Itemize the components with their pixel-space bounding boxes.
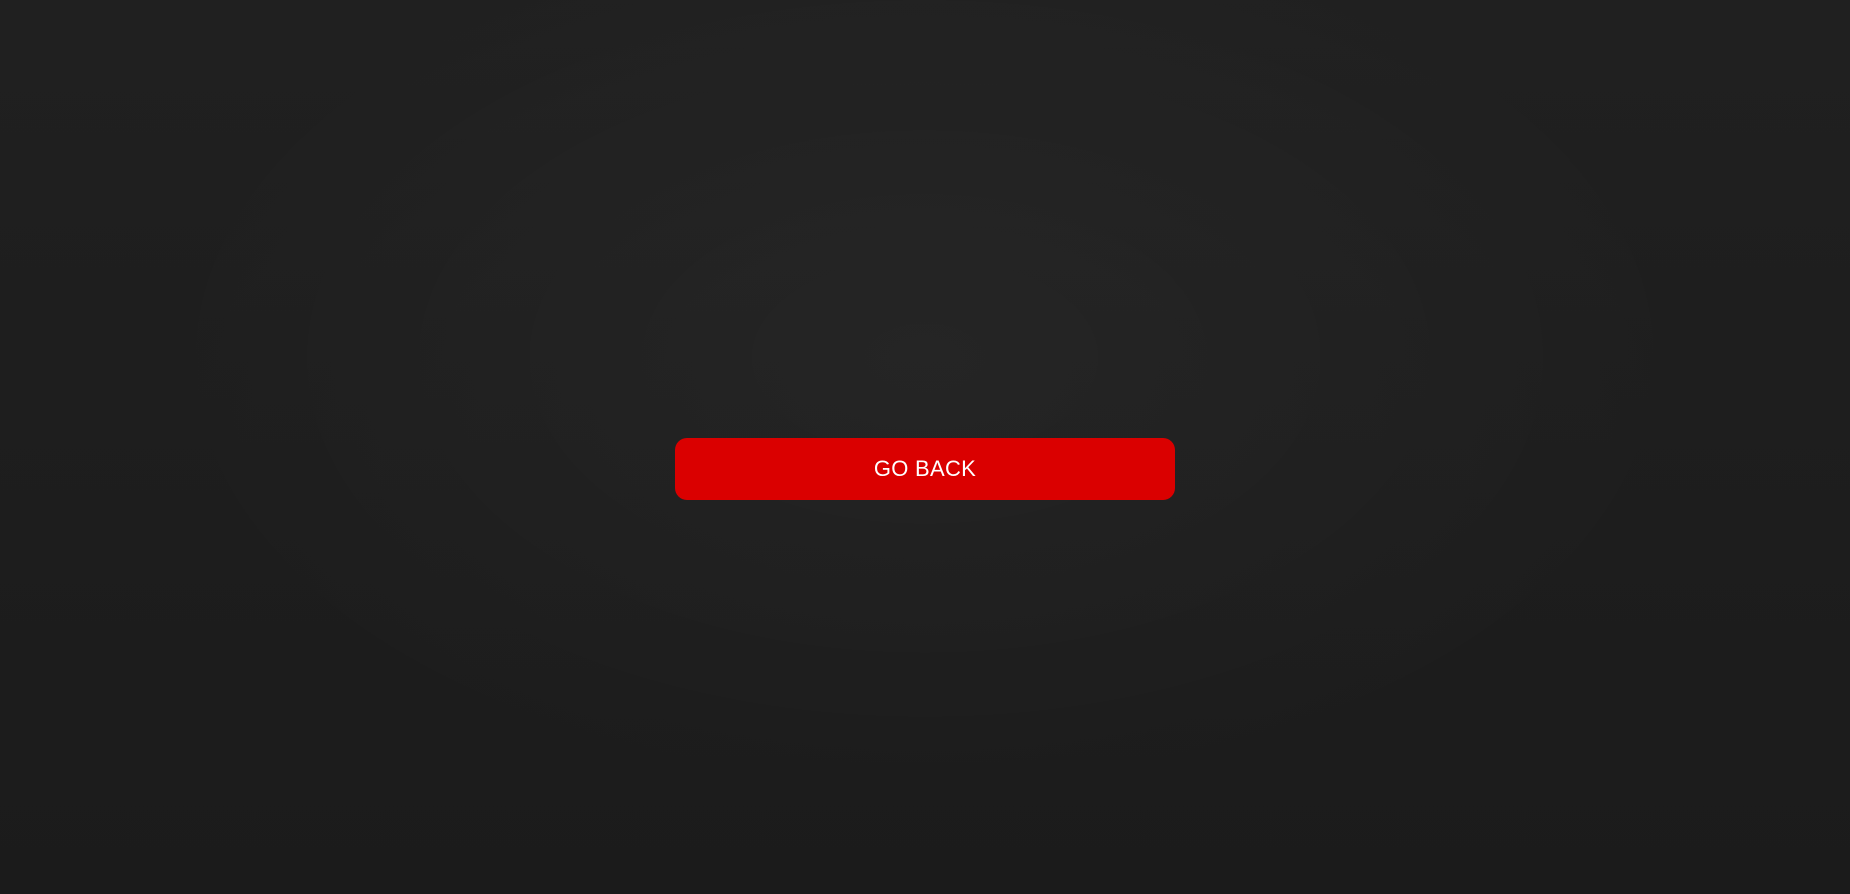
- page-background: GO BACK: [0, 0, 1850, 894]
- go-back-label: GO BACK: [873, 456, 977, 481]
- go-back-button[interactable]: GO BACK: [675, 438, 1175, 500]
